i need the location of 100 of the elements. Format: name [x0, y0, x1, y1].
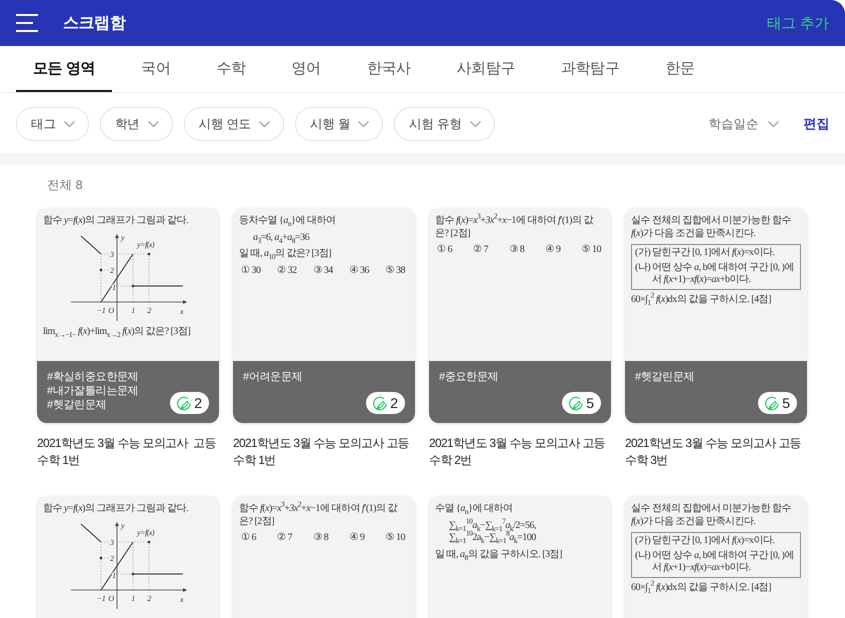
scrap-count: 5: [586, 395, 594, 411]
category-tab[interactable]: 영어: [274, 46, 338, 92]
tick-label: 2: [147, 594, 151, 602]
answer-option: ② 7: [473, 244, 488, 256]
axis-label: y: [121, 520, 124, 530]
condition-label: (가): [635, 535, 650, 548]
category-tab[interactable]: 한국사: [350, 46, 428, 92]
sort-dropdown[interactable]: 학습일순: [708, 116, 779, 132]
problem-title: 2021학년도 3월 수능 모의고사 고등 수학 3번: [625, 435, 802, 469]
problem-title: 2021학년도 3월 수능 모의고사 고등 수학 1번: [37, 435, 217, 469]
tag-label: #내가잘틀리는문제: [47, 384, 138, 398]
problem-text: 등차수열 {a$_{n}$}에 대하여: [239, 215, 336, 228]
problem-text: 일 때, a$_{8}$의 값을 구하시오. [3점]: [435, 548, 563, 561]
answer-option: ① 6: [437, 244, 452, 256]
filter-dropdown[interactable]: 시행 연도: [184, 107, 284, 141]
chevron-down-icon: [259, 121, 270, 127]
add-tag-button[interactable]: 태그 추가: [766, 14, 829, 32]
chevron-down-icon: [768, 121, 779, 127]
tick-label: 1: [131, 594, 135, 602]
problem-card[interactable]: 함수 y=f(x)의 그래프가 그림과 같다. y y=f(x) 3 2 1 −1 O 1 2 x: [37, 496, 219, 618]
curve-label: y=f(x): [137, 528, 154, 536]
tick-label: O: [108, 594, 114, 602]
answer-option: ② 7: [277, 532, 292, 544]
tick-label: 3: [110, 250, 114, 258]
edit-button[interactable]: 편집: [804, 115, 829, 133]
tick-label: 1: [112, 570, 116, 580]
tick-label: O: [108, 306, 114, 314]
tick-label: 3: [110, 538, 114, 546]
problem-card[interactable]: 함수 f(x)=x$^{3}$+3x$^{2}$+x−1에 대하여 f′(1)의 값은? [2점] ① 6 ② 7 ③ 8 ④ 9 ⑤ 10: [233, 496, 415, 618]
math-formula: ∑$_{k=1}$$^{10}$a$_{k}$−∑$_{k=1}$$^{7}$a$_{k}$/2=56, ∑$_{k=1}$$^{10}$2a$_{k}$−∑$_{k=1}$$^{8}$a$_{k}$=100: [448, 520, 538, 544]
chevron-down-icon: [470, 121, 481, 127]
tag-label: #확실히중요한문제: [47, 370, 138, 384]
answer-option: ① 30: [241, 264, 260, 277]
condition-text: 어떤 상수 a, b에 대하여 구간 [0, )에서 f(x+1)−xf(x)=ax+b이다.: [652, 550, 795, 574]
problem-text: 함수 y=f(x)의 그래프가 그림과 같다.: [43, 503, 190, 516]
tag-label: #헷갈린문제: [635, 370, 694, 384]
category-tab[interactable]: 모든 영역: [16, 46, 112, 92]
axis-label: x: [180, 306, 184, 316]
axis-label: y: [121, 232, 124, 242]
answer-option: ⑤ 38: [386, 264, 405, 277]
condition-label: (나): [635, 262, 650, 274]
category-tab[interactable]: 국어: [124, 46, 188, 92]
math-formula: a$_{3}$=6, a$_{4}$+a$_{8}$=36: [252, 232, 310, 244]
tag-label: #어려운문제: [243, 370, 302, 384]
chevron-down-icon: [148, 121, 159, 127]
filter-dropdown[interactable]: 학년: [100, 107, 173, 141]
problem-text: 함수 y=f(x)의 그래프가 그림과 같다.: [43, 215, 190, 228]
curve-label: y=f(x): [137, 240, 154, 248]
problem-card[interactable]: 실수 전체의 집합에서 미분가능한 함수 f(x)가 다음 조건을 만족시킨다. (가) 닫힌구간 [0, 1]에서 f(x)=x이다. (나) 어떤 상수 a, b에 대하여 구간 [0, )에서 f(x+1)−xf(x)=ax+b이다. 60×∫$_{1}$$^{2}$ f(x)dx의 값을 구하시오. [4점] #헷갈린문제 5: [625, 208, 807, 423]
answer-option: ④ 9: [349, 532, 364, 544]
category-tab[interactable]: 한문: [648, 46, 712, 92]
category-tab[interactable]: 사회탐구: [440, 46, 532, 92]
category-tab[interactable]: 과학탐구: [544, 46, 636, 92]
tick-label: 2: [110, 266, 114, 274]
filter-dropdown[interactable]: 시행 월: [295, 107, 384, 141]
tick-label: −1: [96, 594, 106, 602]
tick-label: 2: [147, 306, 151, 314]
problem-text: 일 때, a$_{10}$의 값은? [3점]: [239, 248, 332, 260]
answer-option: ① 6: [241, 532, 256, 544]
answer-option: ③ 8: [509, 244, 524, 256]
problem-text: 실수 전체의 집합에서 미분가능한 함수 f(x)가 다음 조건을 만족시킨다.: [631, 503, 792, 528]
problem-card[interactable]: 실수 전체의 집합에서 미분가능한 함수 f(x)가 다음 조건을 만족시킨다. (가) 닫힌구간 [0, 1]에서 f(x)=x이다. (나) 어떤 상수 a, b에 대하여 구간 [0, )에서 f(x+1)−xf(x)=ax+b이다. 60×∫$_{1}$$^{2}$ f(x)dx의 값을 구하시오. [4점]: [625, 496, 807, 618]
answer-option: ③ 34: [313, 264, 333, 277]
answer-option: ⑤ 10: [386, 532, 405, 544]
axis-label: x: [180, 594, 184, 604]
menu-icon: [16, 14, 38, 32]
tick-label: 1: [112, 282, 116, 292]
pencil-loop-icon: [372, 396, 388, 410]
problem-title: 2021학년도 3월 수능 모의고사 고등 수학 1번: [233, 435, 410, 469]
problem-title: 2021학년도 3월 수능 모의고사 고등 수학 2번: [429, 435, 606, 469]
problem-card[interactable]: 수열 {a$_{n}$}에 대하여 ∑$_{k=1}$$^{10}$a$_{k}$−∑$_{k=1}$$^{7}$a$_{k}$/2=56, ∑$_{k=1}$$^{10}$2a$_{k}$−∑$_{k=1}$$^{8}$a$_{k}$=100 일 때, a$_{8}$의 값을 구하시오. [3점]: [429, 496, 611, 618]
scrap-count: 2: [194, 395, 202, 411]
condition-label: (나): [635, 550, 650, 562]
answer-option: ④ 36: [349, 264, 369, 277]
pencil-loop-icon: [568, 396, 584, 410]
condition-text: 닫힌구간 [0, 1]에서 f(x)=x이다.: [652, 247, 774, 260]
pencil-loop-icon: [764, 396, 780, 410]
scrap-count: 5: [782, 395, 790, 411]
answer-option: ③ 8: [313, 532, 328, 544]
tick-label: 2: [110, 554, 114, 562]
filter-dropdown[interactable]: 태그: [16, 107, 89, 141]
answer-option: ② 32: [277, 264, 297, 277]
tick-label: 1: [131, 306, 135, 314]
problem-card[interactable]: 함수 f(x)=x$^{3}$+3x$^{2}$+x−1에 대하여 f′(1)의 값은? [2점] ① 6 ② 7 ③ 8 ④ 9 ⑤ 10 #중요한문제 5: [429, 208, 611, 423]
tag-label: #중요한문제: [439, 370, 498, 384]
scrap-count: 2: [390, 395, 398, 411]
filter-dropdown[interactable]: 시험 유형: [394, 107, 495, 141]
chevron-down-icon: [358, 121, 370, 127]
problem-card[interactable]: 함수 y=f(x)의 그래프가 그림과 같다. y y=f(x) 3 2 1 −1 O 1 2 x lim$_{x→−1−}$ f(x)+lim$_{x→2}$ f(x)의 값은? [3점] #확실히중요한문제 #내가잘틀리는문제 #헷갈린문제 2: [37, 208, 219, 423]
answer-option: ④ 9: [545, 244, 560, 256]
problem-text: 60×∫$_{1}$$^{2}$ f(x)dx의 값을 구하시오. [4점]: [631, 294, 772, 306]
menu-button[interactable]: [16, 14, 38, 32]
problem-text: 60×∫$_{1}$$^{2}$ f(x)dx의 값을 구하시오. [4점]: [631, 582, 772, 594]
problem-text: 함수 f(x)=x$^{3}$+3x$^{2}$+x−1에 대하여 f′(1)의 값은? [2점]: [435, 215, 594, 240]
problem-card[interactable]: 등차수열 {a$_{n}$}에 대하여 a$_{3}$=6, a$_{4}$+a$_{8}$=36 일 때, a$_{10}$의 값은? [3점] ① 30 ② 32 ③ 34 ④ 36 ⑤ 38 #어려운문제 2: [233, 208, 415, 423]
category-tab[interactable]: 수학: [199, 46, 263, 92]
pencil-loop-icon: [176, 396, 192, 410]
problem-text: lim$_{x→−1−}$ f(x)+lim$_{x→2}$ f(x)의 값은? [3점]: [43, 326, 192, 338]
condition-label: (가): [635, 247, 650, 260]
total-count: 전체 8: [46, 177, 84, 194]
